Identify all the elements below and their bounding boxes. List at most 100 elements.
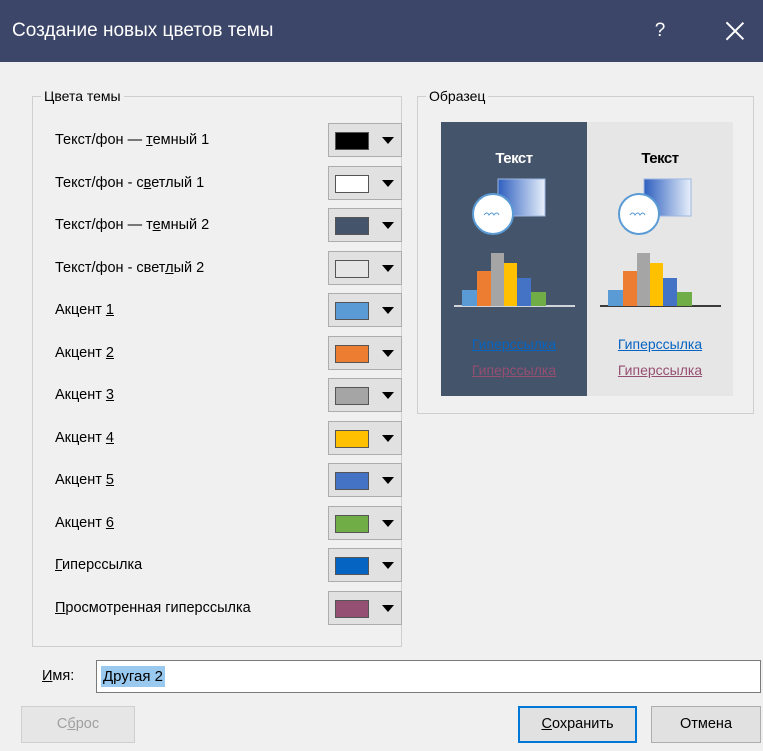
theme-color-label: Акцент 4 <box>55 430 114 446</box>
name-input-value: Другая 2 <box>101 666 165 687</box>
reset-label-post: рос <box>75 716 100 732</box>
dropdown-arrow-icon <box>382 307 394 314</box>
preview-dark-panel: Текст Гиперссылка Гиперссылка <box>441 122 587 396</box>
color-picker-button[interactable] <box>328 165 402 200</box>
preview-bar-2 <box>477 271 491 306</box>
dialog-title: Создание новых цветов темы <box>12 20 274 41</box>
theme-color-label: Акцент 3 <box>55 387 114 403</box>
theme-color-label: Акцент 5 <box>55 472 114 488</box>
preview-bar-6 <box>677 292 692 306</box>
theme-color-row: Акцент 4 <box>55 420 402 457</box>
label-access-key: П <box>55 599 66 616</box>
color-swatch <box>335 302 369 320</box>
theme-color-row: Акцент 3 <box>55 378 402 414</box>
theme-color-label: Текст/фон - светлый 1 <box>55 175 204 191</box>
preview-bar-6 <box>531 292 546 306</box>
color-swatch <box>335 387 369 405</box>
preview-dark-graphics <box>454 178 575 307</box>
dropdown-arrow-icon <box>382 519 394 527</box>
label-part: ый 2 <box>173 259 205 276</box>
preview-light-graphics <box>600 178 721 307</box>
sample-group-label: Образец <box>426 87 489 105</box>
color-picker-button[interactable] <box>328 590 402 625</box>
theme-color-label: Акцент 6 <box>55 515 114 531</box>
dropdown-arrow-icon <box>382 349 394 357</box>
color-swatch <box>335 429 369 448</box>
theme-color-row: Акцент 2 <box>55 335 402 372</box>
preview-hyperlink-light: Гиперссылка <box>617 336 703 352</box>
color-picker-button[interactable] <box>328 548 402 582</box>
label-part: иперссылка <box>62 557 143 573</box>
theme-color-row: Гиперссылка <box>55 548 402 584</box>
theme-color-row: Акцент 6 <box>55 505 402 542</box>
preview-bar-3 <box>637 253 650 306</box>
preview-bar-3 <box>491 253 504 306</box>
color-picker-button[interactable] <box>328 335 402 370</box>
name-label-rest: мя: <box>52 668 75 684</box>
name-label: Имя: <box>42 668 74 684</box>
label-part: Текст/фон — <box>55 132 147 148</box>
color-picker-button[interactable] <box>328 250 402 285</box>
preview-bar-2 <box>623 271 637 306</box>
color-picker-button[interactable] <box>328 378 402 412</box>
label-part: мный 2 <box>160 217 210 233</box>
theme-color-label: Акцент 2 <box>55 345 114 361</box>
theme-color-label: Текст/фон — темный 1 <box>55 132 209 148</box>
label-access-key: 6 <box>105 514 114 531</box>
theme-color-row: Текст/фон - светлый 1 <box>55 165 402 202</box>
reset-button[interactable]: Сброс <box>21 706 135 743</box>
save-button[interactable]: Сохранить <box>518 706 637 743</box>
save-label-key: С <box>541 716 552 732</box>
color-picker-button[interactable] <box>328 208 402 242</box>
theme-color-row: Акцент 1 <box>55 293 402 329</box>
label-part: росмотренная гиперссылка <box>65 599 251 616</box>
dropdown-arrow-icon <box>382 137 394 144</box>
label-access-key: 5 <box>105 472 114 488</box>
label-part: Акцент <box>55 472 106 488</box>
name-label-key: И <box>42 668 53 684</box>
cancel-button[interactable]: Отмена <box>651 706 761 743</box>
preview-followed-hyperlink-dark: Гиперссылка <box>471 362 557 378</box>
dropdown-arrow-icon <box>382 179 394 187</box>
preview-light-panel: Текст Гиперссылка Гиперссылка <box>587 122 733 396</box>
color-picker-button[interactable] <box>328 420 402 455</box>
color-swatch <box>335 557 369 575</box>
label-part: етлый 1 <box>151 174 205 191</box>
color-picker-button[interactable] <box>328 293 402 327</box>
dropdown-arrow-icon <box>382 222 394 229</box>
preview-bar-4 <box>650 263 663 306</box>
dropdown-arrow-icon <box>382 392 394 399</box>
theme-color-row: Текст/фон — темный 1 <box>55 123 402 159</box>
color-swatch <box>335 132 369 150</box>
preview-bar-1 <box>462 290 478 306</box>
name-input[interactable]: Другая 2 <box>96 660 761 693</box>
label-access-key: 3 <box>105 387 114 403</box>
dropdown-arrow-icon <box>382 477 394 484</box>
title-bar: Создание новых цветов темы ? <box>0 0 763 62</box>
label-part: Акцент <box>55 387 106 403</box>
theme-color-row: Акцент 5 <box>55 463 402 499</box>
theme-color-label: Текст/фон — темный 2 <box>55 217 209 233</box>
dropdown-arrow-icon <box>382 264 394 272</box>
label-part: Акцент <box>55 344 106 361</box>
theme-preview: Текст Гиперссылка Гиперссылка Текст Гипе… <box>441 122 733 396</box>
dropdown-arrow-icon <box>382 562 394 569</box>
label-part: Акцент <box>55 302 106 318</box>
theme-color-label: Акцент 1 <box>55 302 114 318</box>
color-swatch <box>335 174 369 193</box>
theme-color-row: Текст/фон — темный 2 <box>55 208 402 244</box>
reset-label-pre: С <box>56 716 68 732</box>
color-picker-button[interactable] <box>328 123 402 157</box>
color-swatch <box>335 514 369 533</box>
theme-colors-group: Цвета темы Текст/фон — темный 1 Текст/фон… <box>32 87 402 647</box>
color-swatch <box>335 599 369 618</box>
help-button[interactable]: ? <box>648 16 672 46</box>
reset-label-key: б <box>67 716 76 732</box>
theme-color-label: Гиперссылка <box>55 557 142 573</box>
label-access-key: 4 <box>105 429 114 446</box>
preview-bar-1 <box>608 290 624 306</box>
close-icon[interactable] <box>720 16 750 46</box>
dropdown-arrow-icon <box>382 434 394 442</box>
color-picker-button[interactable] <box>328 463 402 497</box>
color-picker-button[interactable] <box>328 505 402 540</box>
